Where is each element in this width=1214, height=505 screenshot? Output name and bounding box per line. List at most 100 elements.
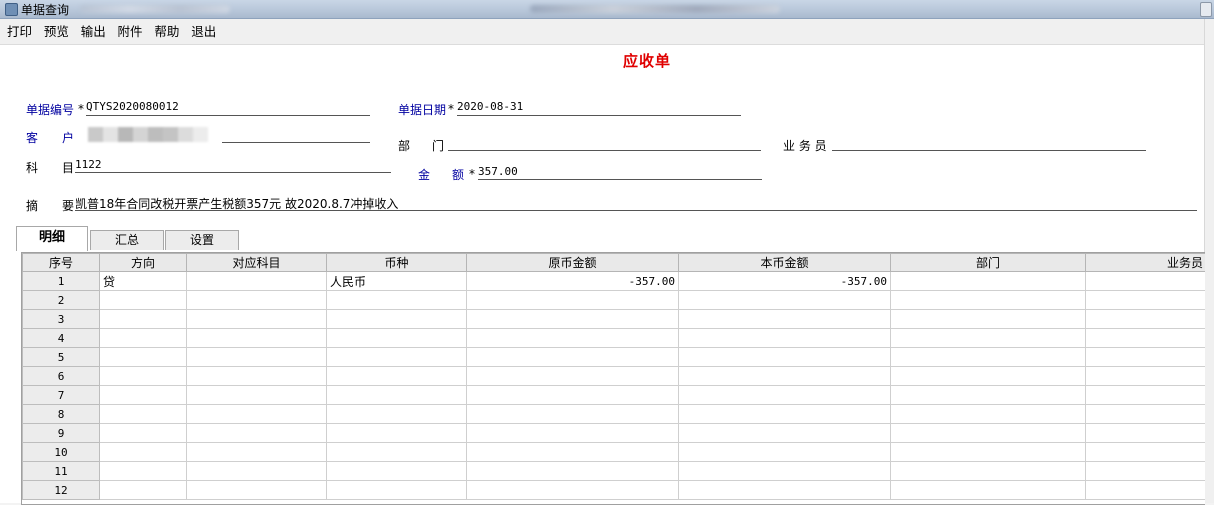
cell-local-amount[interactable] <box>678 480 891 500</box>
cell-department[interactable] <box>890 347 1086 367</box>
tab-settings[interactable]: 设置 <box>165 230 239 250</box>
cell-local-amount[interactable] <box>678 366 891 386</box>
cell-direction[interactable] <box>99 309 187 329</box>
col-header-currency[interactable]: 币种 <box>326 253 467 272</box>
table-row[interactable]: 7 <box>22 385 1205 405</box>
menu-print[interactable]: 打印 <box>0 19 36 44</box>
cell-direction[interactable] <box>99 328 187 348</box>
doc-no-field[interactable] <box>86 115 370 116</box>
cell-department[interactable] <box>890 442 1086 462</box>
cell-department[interactable] <box>890 309 1086 329</box>
cell-subject[interactable] <box>186 442 327 462</box>
cell-subject[interactable] <box>186 271 327 291</box>
table-row[interactable]: 9 <box>22 423 1205 443</box>
menu-help[interactable]: 帮助 <box>150 19 183 44</box>
cell-currency[interactable] <box>326 404 467 424</box>
cell-orig-amount[interactable] <box>466 404 679 424</box>
cell-direction[interactable] <box>99 480 187 500</box>
menu-export[interactable]: 输出 <box>77 19 110 44</box>
cell-currency[interactable] <box>326 309 467 329</box>
cell-staff[interactable] <box>1085 404 1205 424</box>
cell-direction[interactable]: 贷 <box>99 271 187 291</box>
menu-attachment[interactable]: 附件 <box>114 19 147 44</box>
cell-department[interactable] <box>890 366 1086 386</box>
cell-subject[interactable] <box>186 404 327 424</box>
cell-orig-amount[interactable] <box>466 385 679 405</box>
table-row[interactable]: 11 <box>22 461 1205 481</box>
cell-staff[interactable] <box>1085 385 1205 405</box>
cell-subject[interactable] <box>186 290 327 310</box>
cell-subject[interactable] <box>186 347 327 367</box>
cell-currency[interactable] <box>326 328 467 348</box>
cell-local-amount[interactable] <box>678 385 891 405</box>
cell-department[interactable] <box>890 480 1086 500</box>
cell-subject[interactable] <box>186 423 327 443</box>
cell-local-amount[interactable] <box>678 404 891 424</box>
table-row[interactable]: 6 <box>22 366 1205 386</box>
cell-local-amount[interactable] <box>678 290 891 310</box>
cell-staff[interactable] <box>1085 347 1205 367</box>
cell-direction[interactable] <box>99 290 187 310</box>
tab-detail[interactable]: 明细 <box>16 226 88 251</box>
menu-preview[interactable]: 预览 <box>40 19 73 44</box>
cell-currency[interactable] <box>326 423 467 443</box>
cell-staff[interactable] <box>1085 366 1205 386</box>
cell-staff[interactable] <box>1085 290 1205 310</box>
cell-orig-amount[interactable] <box>466 461 679 481</box>
cell-orig-amount[interactable] <box>466 366 679 386</box>
cell-department[interactable] <box>890 385 1086 405</box>
cell-subject[interactable] <box>186 309 327 329</box>
amount-field[interactable] <box>478 179 762 180</box>
cell-direction[interactable] <box>99 461 187 481</box>
cell-orig-amount[interactable] <box>466 290 679 310</box>
cell-staff[interactable] <box>1085 423 1205 443</box>
cell-orig-amount[interactable] <box>466 423 679 443</box>
table-row[interactable]: 1 贷人民币 -357.00 -357.00 <box>22 271 1205 291</box>
cell-currency[interactable] <box>326 366 467 386</box>
table-row[interactable]: 2 <box>22 290 1205 310</box>
col-header-orig-amount[interactable]: 原币金额 <box>466 253 679 272</box>
cell-staff[interactable] <box>1085 461 1205 481</box>
cell-local-amount[interactable] <box>678 309 891 329</box>
col-header-local-amount[interactable]: 本币金额 <box>678 253 891 272</box>
cell-staff[interactable] <box>1085 271 1205 291</box>
cell-currency[interactable]: 人民币 <box>326 271 467 291</box>
table-row[interactable]: 8 <box>22 404 1205 424</box>
cell-local-amount[interactable] <box>678 423 891 443</box>
window-control-button[interactable] <box>1200 2 1212 17</box>
table-row[interactable]: 4 <box>22 328 1205 348</box>
cell-currency[interactable] <box>326 385 467 405</box>
cell-department[interactable] <box>890 423 1086 443</box>
cell-direction[interactable] <box>99 366 187 386</box>
cell-orig-amount[interactable] <box>466 328 679 348</box>
cell-subject[interactable] <box>186 385 327 405</box>
cell-orig-amount[interactable] <box>466 347 679 367</box>
col-header-staff[interactable]: 业务员 <box>1085 253 1205 272</box>
cell-staff[interactable] <box>1085 328 1205 348</box>
col-header-subject[interactable]: 对应科目 <box>186 253 327 272</box>
cell-direction[interactable] <box>99 404 187 424</box>
cell-local-amount[interactable] <box>678 347 891 367</box>
cell-department[interactable] <box>890 461 1086 481</box>
col-header-department[interactable]: 部门 <box>890 253 1086 272</box>
summary-field[interactable] <box>75 210 1197 211</box>
col-header-direction[interactable]: 方向 <box>99 253 187 272</box>
cell-staff[interactable] <box>1085 442 1205 462</box>
cell-staff[interactable] <box>1085 309 1205 329</box>
cell-subject[interactable] <box>186 461 327 481</box>
cell-subject[interactable] <box>186 328 327 348</box>
cell-currency[interactable] <box>326 480 467 500</box>
cell-currency[interactable] <box>326 461 467 481</box>
cell-orig-amount[interactable]: -357.00 <box>466 271 679 291</box>
cell-orig-amount[interactable] <box>466 309 679 329</box>
subject-field[interactable] <box>75 172 391 173</box>
cell-currency[interactable] <box>326 347 467 367</box>
cell-local-amount[interactable]: -357.00 <box>678 271 891 291</box>
table-row[interactable]: 12 <box>22 480 1205 500</box>
cell-local-amount[interactable] <box>678 461 891 481</box>
cell-department[interactable] <box>890 328 1086 348</box>
table-row[interactable]: 5 <box>22 347 1205 367</box>
cell-subject[interactable] <box>186 366 327 386</box>
table-row[interactable]: 3 <box>22 309 1205 329</box>
cell-currency[interactable] <box>326 290 467 310</box>
